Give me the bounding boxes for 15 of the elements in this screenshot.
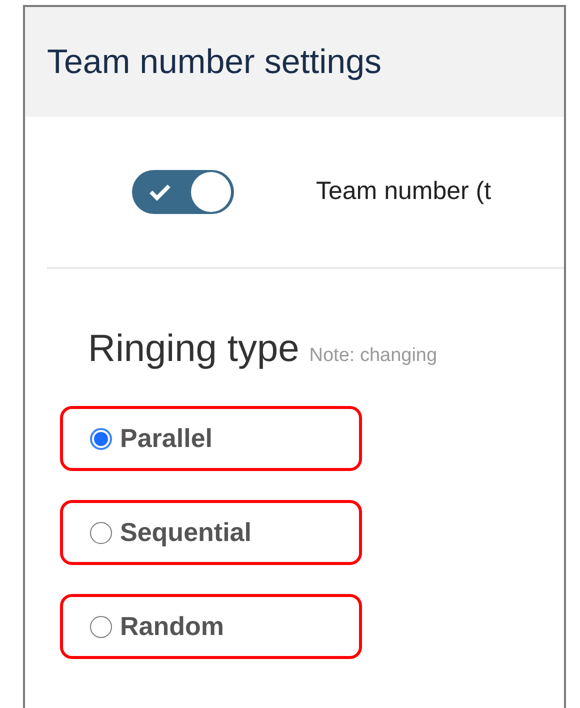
check-icon xyxy=(149,183,171,201)
radio-label: Sequential xyxy=(120,516,252,549)
radio-option[interactable]: Parallel xyxy=(60,406,362,471)
radio-option[interactable]: Random xyxy=(60,594,362,659)
radio-button[interactable] xyxy=(90,616,112,638)
toggle-switch[interactable] xyxy=(132,170,234,214)
section-heading: Ringing type xyxy=(88,327,300,372)
panel-title: Team number settings xyxy=(47,42,382,82)
radio-option[interactable]: Sequential xyxy=(60,500,362,565)
radio-label: Random xyxy=(120,610,224,643)
radio-label: Parallel xyxy=(120,422,213,455)
toggle-label: Team number (t xyxy=(316,176,492,208)
radio-button[interactable] xyxy=(90,428,112,450)
radio-button[interactable] xyxy=(90,522,112,544)
section-note: Note: changing xyxy=(309,344,438,368)
